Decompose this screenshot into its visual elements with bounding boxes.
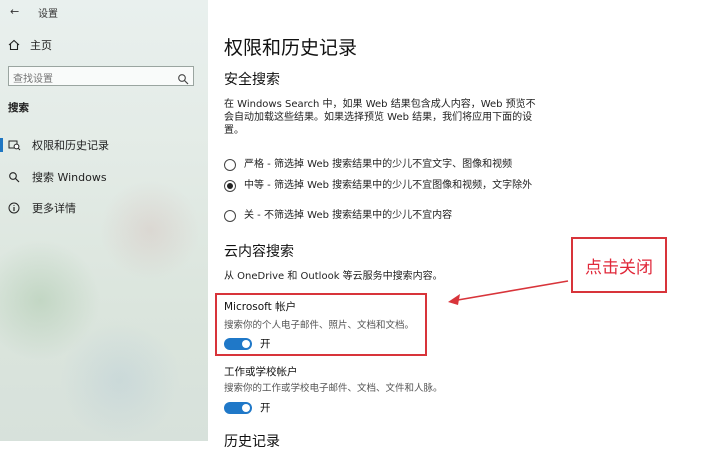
annotation-arrow [448,280,569,305]
